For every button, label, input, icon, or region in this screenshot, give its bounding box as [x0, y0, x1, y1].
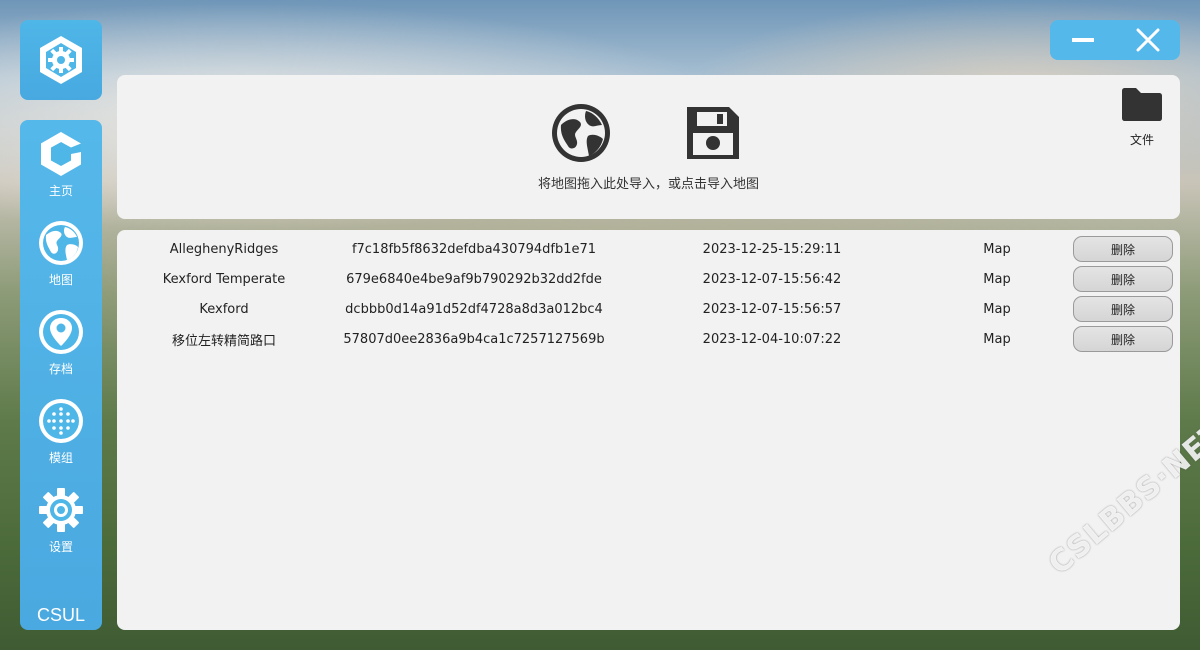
sidebar-item-label: 主页	[48, 184, 73, 198]
sidebar-item-map[interactable]: 地图	[20, 213, 102, 299]
map-date: 2023-12-07-15:56:42	[702, 271, 842, 287]
map-type: Map	[983, 301, 1011, 317]
map-type: Map	[983, 271, 1011, 287]
sidebar-item-label: 地图	[48, 273, 73, 287]
map-list: AlleghenyRidges f7c18fb5f8632defdba43079…	[117, 230, 1180, 630]
folder-icon	[1122, 88, 1162, 121]
window-controls	[1050, 20, 1180, 60]
row-actions: 删除	[1073, 324, 1173, 354]
map-date: 2023-12-25-15:29:11	[702, 241, 842, 257]
sidebar-item-label: 模组	[48, 451, 73, 465]
save-disk-icon[interactable]	[685, 105, 741, 161]
sidebar-item-label: 存档	[48, 362, 73, 376]
app-logo	[20, 20, 102, 100]
table-row: AlleghenyRidges f7c18fb5f8632defdba43079…	[117, 234, 1180, 264]
row-actions: 删除	[1073, 294, 1173, 324]
import-icons	[551, 103, 745, 163]
map-type: Map	[983, 331, 1011, 347]
map-name: Kexford	[199, 301, 249, 317]
map-name: 移位左转精简路口	[171, 333, 276, 349]
app-window: 主页 地图 存档 模组 设置 CSUL 将地图拖入此处导入，或点击导入地图 文件…	[0, 0, 1200, 650]
delete-button[interactable]: 删除	[1073, 296, 1173, 322]
delete-button[interactable]: 删除	[1073, 266, 1173, 292]
globe-icon	[39, 221, 83, 265]
map-hash: f7c18fb5f8632defdba430794dfb1e71	[351, 241, 597, 257]
table-row: Kexford dcbbb0d14a91d52df4728a8d3a012bc4…	[117, 294, 1180, 324]
table-row: 移位左转精简路口 57807d0ee2836a9b4ca1c7257127569…	[117, 324, 1180, 354]
close-icon	[1136, 28, 1159, 52]
hexagon-gear-logo-icon	[40, 36, 82, 84]
brand-label: CSUL	[36, 605, 85, 625]
sidebar-item-home[interactable]: 主页	[20, 124, 102, 210]
file-button[interactable]: 文件	[1116, 85, 1168, 155]
dots-grid-icon	[39, 399, 83, 443]
map-type: Map	[983, 241, 1011, 257]
map-name: AlleghenyRidges	[169, 241, 279, 257]
close-button[interactable]	[1128, 20, 1168, 60]
file-label: 文件	[1129, 133, 1154, 147]
row-actions: 删除	[1073, 264, 1173, 294]
sidebar-item-mods[interactable]: 模组	[20, 391, 102, 477]
globe-icon[interactable]	[551, 103, 611, 163]
map-hash: 57807d0ee2836a9b4ca1c7257127569b	[343, 331, 605, 347]
delete-button[interactable]: 删除	[1073, 236, 1173, 262]
gear-icon	[39, 488, 83, 532]
minimize-button[interactable]	[1063, 20, 1103, 60]
import-hint-text: 将地图拖入此处导入，或点击导入地图	[537, 177, 759, 192]
sidebar-item-label: 设置	[48, 540, 73, 554]
sidebar-item-settings[interactable]: 设置	[20, 480, 102, 566]
import-drop-zone[interactable]: 将地图拖入此处导入，或点击导入地图 文件	[117, 75, 1180, 219]
sidebar: 主页 地图 存档 模组 设置 CSUL	[20, 120, 102, 630]
map-hash: 679e6840e4be9af9b790292b32dd2fde	[346, 271, 602, 287]
location-pin-icon	[39, 310, 83, 354]
import-hint: 将地图拖入此处导入，或点击导入地图	[117, 173, 1180, 192]
table-row: Kexford Temperate 679e6840e4be9af9b79029…	[117, 264, 1180, 294]
minimize-icon	[1071, 38, 1094, 42]
delete-button[interactable]: 删除	[1073, 326, 1173, 352]
map-date: 2023-12-04-10:07:22	[702, 331, 842, 347]
hexagon-home-icon	[41, 132, 81, 176]
map-hash: dcbbb0d14a91d52df4728a8d3a012bc4	[345, 301, 603, 317]
map-name: Kexford Temperate	[162, 271, 286, 287]
map-date: 2023-12-07-15:56:57	[702, 301, 842, 317]
sidebar-item-save[interactable]: 存档	[20, 302, 102, 388]
row-actions: 删除	[1073, 234, 1173, 264]
